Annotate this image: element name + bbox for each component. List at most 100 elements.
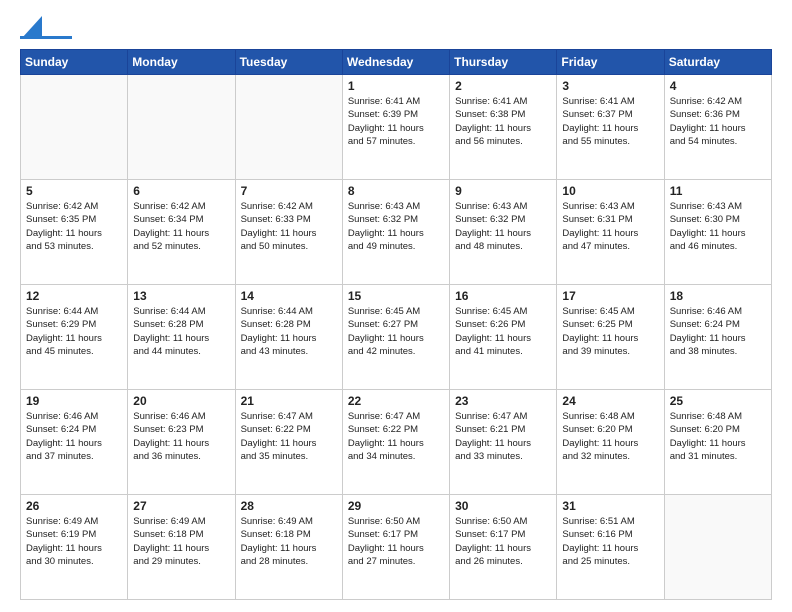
page: SundayMondayTuesdayWednesdayThursdayFrid… [0, 0, 792, 612]
day-info: Sunrise: 6:44 AM Sunset: 6:28 PM Dayligh… [241, 305, 337, 358]
weekday-header-tuesday: Tuesday [235, 50, 342, 75]
calendar-cell: 23Sunrise: 6:47 AM Sunset: 6:21 PM Dayli… [450, 390, 557, 495]
day-number: 17 [562, 289, 658, 303]
weekday-header-row: SundayMondayTuesdayWednesdayThursdayFrid… [21, 50, 772, 75]
day-info: Sunrise: 6:44 AM Sunset: 6:28 PM Dayligh… [133, 305, 229, 358]
calendar-cell: 4 Sunrise: 6:42 AM Sunset: 6:36 PM Daylig… [664, 75, 771, 180]
day-number: 16 [455, 289, 551, 303]
day-info: Sunrise: 6:42 AM Sunset: 6:34 PM Dayligh… [133, 200, 229, 253]
calendar-cell: 9 Sunrise: 6:43 AM Sunset: 6:32 PM Daylig… [450, 180, 557, 285]
day-info: Sunrise: 6:43 AM Sunset: 6:32 PM Dayligh… [348, 200, 444, 253]
logo-triangle-icon [22, 16, 42, 38]
day-info: Sunrise: 6:41 AM Sunset: 6:39 PM Dayligh… [348, 95, 444, 148]
day-number: 25 [670, 394, 766, 408]
day-info: Sunrise: 6:48 AM Sunset: 6:20 PM Dayligh… [562, 410, 658, 463]
logo [20, 16, 72, 39]
day-info: Sunrise: 6:45 AM Sunset: 6:26 PM Dayligh… [455, 305, 551, 358]
day-info: Sunrise: 6:46 AM Sunset: 6:24 PM Dayligh… [670, 305, 766, 358]
day-info: Sunrise: 6:51 AM Sunset: 6:16 PM Dayligh… [562, 515, 658, 568]
day-info: Sunrise: 6:47 AM Sunset: 6:22 PM Dayligh… [348, 410, 444, 463]
calendar-cell: 22 Sunrise: 6:47 AM Sunset: 6:22 PM Dayli… [342, 390, 449, 495]
calendar-cell: 7Sunrise: 6:42 AM Sunset: 6:33 PM Daylig… [235, 180, 342, 285]
day-number: 21 [241, 394, 337, 408]
calendar-cell: 27Sunrise: 6:49 AM Sunset: 6:18 PM Dayli… [128, 495, 235, 600]
day-number: 22 [348, 394, 444, 408]
calendar-cell: 18 Sunrise: 6:46 AM Sunset: 6:24 PM Dayli… [664, 285, 771, 390]
day-info: Sunrise: 6:43 AM Sunset: 6:31 PM Dayligh… [562, 200, 658, 253]
day-info: Sunrise: 6:44 AM Sunset: 6:29 PM Dayligh… [26, 305, 122, 358]
day-number: 14 [241, 289, 337, 303]
weekday-header-saturday: Saturday [664, 50, 771, 75]
day-number: 31 [562, 499, 658, 513]
day-number: 30 [455, 499, 551, 513]
day-info: Sunrise: 6:47 AM Sunset: 6:22 PM Dayligh… [241, 410, 337, 463]
calendar-cell: 31 Sunrise: 6:51 AM Sunset: 6:16 PM Dayli… [557, 495, 664, 600]
day-info: Sunrise: 6:49 AM Sunset: 6:18 PM Dayligh… [241, 515, 337, 568]
day-info: Sunrise: 6:42 AM Sunset: 6:35 PM Dayligh… [26, 200, 122, 253]
calendar-cell: 6 Sunrise: 6:42 AM Sunset: 6:34 PM Daylig… [128, 180, 235, 285]
calendar-cell [21, 75, 128, 180]
day-info: Sunrise: 6:43 AM Sunset: 6:32 PM Dayligh… [455, 200, 551, 253]
day-number: 18 [670, 289, 766, 303]
week-row-4: 19 Sunrise: 6:46 AM Sunset: 6:24 PM Dayli… [21, 390, 772, 495]
calendar-cell: 15 Sunrise: 6:45 AM Sunset: 6:27 PM Dayli… [342, 285, 449, 390]
day-number: 12 [26, 289, 122, 303]
calendar-cell: 13 Sunrise: 6:44 AM Sunset: 6:28 PM Dayli… [128, 285, 235, 390]
calendar-cell: 29 Sunrise: 6:50 AM Sunset: 6:17 PM Dayli… [342, 495, 449, 600]
day-number: 24 [562, 394, 658, 408]
calendar: SundayMondayTuesdayWednesdayThursdayFrid… [20, 49, 772, 600]
calendar-cell: 24 Sunrise: 6:48 AM Sunset: 6:20 PM Dayli… [557, 390, 664, 495]
calendar-cell: 10Sunrise: 6:43 AM Sunset: 6:31 PM Dayli… [557, 180, 664, 285]
calendar-cell: 26Sunrise: 6:49 AM Sunset: 6:19 PM Dayli… [21, 495, 128, 600]
calendar-cell: 16 Sunrise: 6:45 AM Sunset: 6:26 PM Dayli… [450, 285, 557, 390]
week-row-3: 12 Sunrise: 6:44 AM Sunset: 6:29 PM Dayli… [21, 285, 772, 390]
calendar-cell: 17 Sunrise: 6:45 AM Sunset: 6:25 PM Dayli… [557, 285, 664, 390]
calendar-cell: 5Sunrise: 6:42 AM Sunset: 6:35 PM Daylig… [21, 180, 128, 285]
calendar-cell: 8 Sunrise: 6:43 AM Sunset: 6:32 PM Daylig… [342, 180, 449, 285]
day-info: Sunrise: 6:41 AM Sunset: 6:38 PM Dayligh… [455, 95, 551, 148]
day-info: Sunrise: 6:50 AM Sunset: 6:17 PM Dayligh… [348, 515, 444, 568]
day-number: 11 [670, 184, 766, 198]
day-info: Sunrise: 6:49 AM Sunset: 6:18 PM Dayligh… [133, 515, 229, 568]
day-info: Sunrise: 6:48 AM Sunset: 6:20 PM Dayligh… [670, 410, 766, 463]
calendar-cell: 14 Sunrise: 6:44 AM Sunset: 6:28 PM Dayli… [235, 285, 342, 390]
weekday-header-wednesday: Wednesday [342, 50, 449, 75]
day-number: 29 [348, 499, 444, 513]
day-number: 19 [26, 394, 122, 408]
day-info: Sunrise: 6:46 AM Sunset: 6:23 PM Dayligh… [133, 410, 229, 463]
weekday-header-sunday: Sunday [21, 50, 128, 75]
day-info: Sunrise: 6:41 AM Sunset: 6:37 PM Dayligh… [562, 95, 658, 148]
day-info: Sunrise: 6:46 AM Sunset: 6:24 PM Dayligh… [26, 410, 122, 463]
calendar-cell: 19 Sunrise: 6:46 AM Sunset: 6:24 PM Dayli… [21, 390, 128, 495]
calendar-cell: 25 Sunrise: 6:48 AM Sunset: 6:20 PM Dayli… [664, 390, 771, 495]
day-number: 15 [348, 289, 444, 303]
day-number: 3 [562, 79, 658, 93]
day-info: Sunrise: 6:45 AM Sunset: 6:27 PM Dayligh… [348, 305, 444, 358]
weekday-header-thursday: Thursday [450, 50, 557, 75]
day-number: 13 [133, 289, 229, 303]
weekday-header-friday: Friday [557, 50, 664, 75]
day-info: Sunrise: 6:45 AM Sunset: 6:25 PM Dayligh… [562, 305, 658, 358]
day-number: 7 [241, 184, 337, 198]
calendar-cell: 12 Sunrise: 6:44 AM Sunset: 6:29 PM Dayli… [21, 285, 128, 390]
day-number: 9 [455, 184, 551, 198]
day-info: Sunrise: 6:43 AM Sunset: 6:30 PM Dayligh… [670, 200, 766, 253]
logo-underline [20, 36, 72, 39]
day-number: 1 [348, 79, 444, 93]
calendar-cell: 2Sunrise: 6:41 AM Sunset: 6:38 PM Daylig… [450, 75, 557, 180]
calendar-cell: 1 Sunrise: 6:41 AM Sunset: 6:39 PM Daylig… [342, 75, 449, 180]
day-number: 4 [670, 79, 766, 93]
weekday-header-monday: Monday [128, 50, 235, 75]
day-number: 20 [133, 394, 229, 408]
day-info: Sunrise: 6:42 AM Sunset: 6:36 PM Dayligh… [670, 95, 766, 148]
week-row-1: 1 Sunrise: 6:41 AM Sunset: 6:39 PM Daylig… [21, 75, 772, 180]
calendar-cell [664, 495, 771, 600]
day-info: Sunrise: 6:50 AM Sunset: 6:17 PM Dayligh… [455, 515, 551, 568]
day-number: 26 [26, 499, 122, 513]
day-number: 6 [133, 184, 229, 198]
day-info: Sunrise: 6:47 AM Sunset: 6:21 PM Dayligh… [455, 410, 551, 463]
calendar-cell: 11 Sunrise: 6:43 AM Sunset: 6:30 PM Dayli… [664, 180, 771, 285]
day-number: 28 [241, 499, 337, 513]
calendar-cell: 21 Sunrise: 6:47 AM Sunset: 6:22 PM Dayli… [235, 390, 342, 495]
day-number: 8 [348, 184, 444, 198]
